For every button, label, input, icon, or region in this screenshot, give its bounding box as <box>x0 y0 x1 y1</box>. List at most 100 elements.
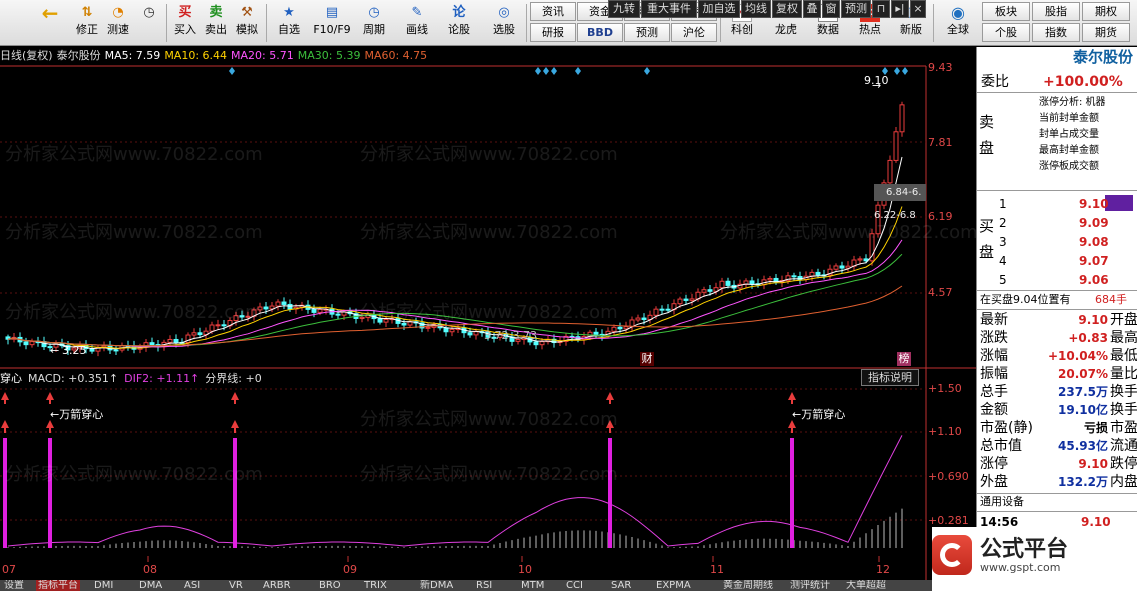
candle-body <box>173 338 179 343</box>
indicator-tab[interactable]: RSI <box>474 580 494 591</box>
in-buy-volume: 684手 <box>1095 293 1127 306</box>
options-button[interactable]: 期权 <box>1082 2 1130 21</box>
macd-tick: +1.50 <box>928 382 962 395</box>
bid-level: 3 <box>999 235 1007 249</box>
indicator-tab[interactable]: TRIX <box>362 580 389 591</box>
up-arrow-icon <box>606 420 614 428</box>
pink-signal-bar <box>48 438 52 548</box>
candle-body <box>275 301 281 307</box>
stat-value: 9.10 <box>1078 457 1108 471</box>
indicator-tab[interactable]: 新DMA <box>418 580 455 591</box>
indicator-explain-button[interactable]: 指标说明 <box>861 369 919 386</box>
bid-row[interactable]: 5 9.06 <box>997 271 1137 289</box>
indicator-tab[interactable]: ASI <box>182 580 202 591</box>
low-arrow-icon: ← <box>50 344 60 357</box>
stat-row: 市盈(静) 亏损 市盈 <box>977 419 1137 437</box>
stat-label: 涨跌 <box>980 330 1008 346</box>
candle-body <box>233 315 239 322</box>
macd-tick: +1.10 <box>928 425 962 438</box>
bid-level: 5 <box>999 273 1007 287</box>
gap-box-1: 6.84-6. <box>874 184 926 201</box>
stat-value: 132.2万 <box>1058 475 1108 489</box>
indicator-tab[interactable]: BRO <box>317 580 343 591</box>
candle-body <box>641 317 647 321</box>
candle-body <box>239 315 245 318</box>
stat-value: +10.04% <box>1047 349 1108 363</box>
candle-body <box>725 280 731 286</box>
candle-body <box>815 271 821 276</box>
indicator-tab[interactable]: 设置 <box>2 580 26 591</box>
ma5-line <box>7 156 903 350</box>
sector-button[interactable]: 板块 <box>982 2 1030 21</box>
bid-row[interactable]: 2 9.09 <box>997 214 1137 232</box>
pink-signal-bar <box>233 438 237 548</box>
candle-body <box>869 233 875 262</box>
stat-value: 237.5万 <box>1058 385 1108 399</box>
futures-button[interactable]: 期货 <box>1082 23 1130 42</box>
stat-tail-label: 量比 <box>1110 366 1137 382</box>
in-buy-row: 在买盘9.04位置有 684手 <box>977 291 1137 309</box>
indicator-tab[interactable]: EXPMA <box>654 580 693 591</box>
stat-value: 20.07% <box>1058 367 1108 381</box>
indicator-tab[interactable]: DMI <box>92 580 115 591</box>
indicator-tab[interactable]: MTM <box>519 580 546 591</box>
range-label: 3.72-3.73 <box>484 329 537 342</box>
candle-body <box>533 341 539 346</box>
low-price-label: 3.25 <box>62 344 87 357</box>
candle-body <box>659 308 665 311</box>
month-label: 08 <box>143 563 157 576</box>
stat-label: 外盘 <box>980 474 1008 490</box>
price-tick: 6.19 <box>928 210 953 223</box>
candle-body <box>701 289 707 293</box>
individual-stock-button[interactable]: 个股 <box>982 23 1030 42</box>
weibi-label: 委比 <box>981 74 1009 90</box>
indicator-tab[interactable]: ARBR <box>261 580 293 591</box>
up-arrow-icon <box>46 392 54 400</box>
candle-body <box>281 301 287 305</box>
candle-body <box>719 280 725 289</box>
ranking-marker[interactable]: 榜 <box>897 352 911 366</box>
candle-body <box>311 308 317 313</box>
indicator-tab[interactable]: 黄金周期线 <box>721 580 775 591</box>
candle-body <box>467 332 473 336</box>
dif2-value: DIF2: +1.11↑ <box>124 372 200 385</box>
indicator-tab[interactable]: VR <box>227 580 245 591</box>
bid-row[interactable]: 1 9.10 <box>997 195 1137 213</box>
bid-row[interactable]: 3 9.08 <box>997 233 1137 251</box>
candle-body <box>473 331 479 336</box>
kline-chart[interactable] <box>0 0 976 591</box>
candle-body <box>635 317 641 321</box>
candle-body <box>623 326 629 330</box>
indicator-tab[interactable]: SAR <box>609 580 633 591</box>
candle-body <box>791 275 797 278</box>
stat-label: 总手 <box>980 384 1008 400</box>
candle-body <box>611 326 617 332</box>
stock-app-window: ← ⇅ 修正 ◔ 测速 ◷ 买买入 卖卖出 ⚒ 模拟 ★ 自选 ▤ F10/F9 ◷ 周期 … <box>0 0 1137 591</box>
candle-body <box>29 341 35 346</box>
candle-body <box>449 328 455 333</box>
stock-index-button[interactable]: 股指 <box>1032 2 1080 21</box>
indicator-tab[interactable]: DMA <box>137 580 164 591</box>
stat-value: 9.10 <box>1078 313 1108 327</box>
bid-row[interactable]: 4 9.07 <box>997 252 1137 270</box>
industry-label: 通用设备 <box>980 495 1024 508</box>
divider <box>977 92 1137 93</box>
indicator-tab[interactable]: 大单超超 <box>844 580 888 591</box>
candle-body <box>287 303 293 310</box>
indicator-tab[interactable]: CCI <box>564 580 585 591</box>
month-label: 11 <box>710 563 724 576</box>
event-diamond-icon <box>902 67 908 75</box>
indicator-tab[interactable]: 指标平台 <box>36 580 80 591</box>
indicator-tab[interactable]: 测评统计 <box>788 580 832 591</box>
limit-info-line: 封单占成交量 <box>1039 129 1099 140</box>
finance-marker[interactable]: 财 <box>640 352 654 366</box>
ma30-line <box>7 253 903 347</box>
industry-row: 通用设备 <box>977 493 1137 511</box>
stat-row: 振幅 20.07% 量比 <box>977 365 1137 383</box>
event-diamond-icon <box>229 67 235 75</box>
stat-row: 金额 19.10亿 换手 <box>977 401 1137 419</box>
bid-price: 9.09 <box>1079 216 1109 230</box>
macd-tick: +0.281 <box>928 514 969 527</box>
candle-body <box>839 265 845 269</box>
index-button[interactable]: 指数 <box>1032 23 1080 42</box>
